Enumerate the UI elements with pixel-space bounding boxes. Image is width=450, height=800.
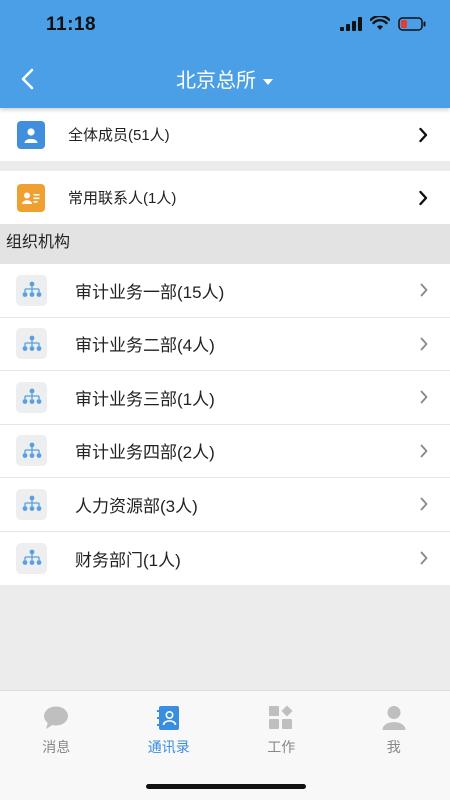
tab-label: 通讯录 — [147, 739, 190, 755]
tab-label: 消息 — [42, 739, 71, 755]
chat-bubble-icon — [44, 706, 69, 729]
org-tree-icon — [16, 381, 47, 413]
address-book-icon — [156, 706, 179, 730]
org-tree-icon — [16, 542, 47, 574]
department-row[interactable]: 审计业务三部(1人) — [0, 371, 450, 425]
all-members-row[interactable]: 全体成员(51人) — [0, 108, 450, 161]
frequent-contacts-row[interactable]: 常用联系人(1人) — [0, 171, 450, 224]
chevron-right-icon — [420, 337, 428, 351]
nav-bar: 北京总所 — [0, 52, 450, 108]
department-label: 财务部门(1人) — [75, 550, 181, 570]
chevron-right-icon — [419, 190, 428, 205]
contact-card-icon — [17, 183, 45, 212]
org-tree-icon — [16, 435, 47, 467]
chevron-right-icon — [420, 283, 428, 297]
signal-icon — [340, 16, 362, 31]
tab-label: 工作 — [267, 739, 296, 755]
frequent-contacts-label: 常用联系人(1人) — [68, 190, 177, 207]
status-icons — [340, 16, 426, 31]
department-label: 审计业务四部(2人) — [75, 443, 215, 463]
department-row[interactable]: 人力资源部(3人) — [0, 478, 450, 532]
caret-down-icon — [263, 78, 273, 85]
tab-me[interactable]: 我 — [338, 691, 450, 800]
chevron-right-icon — [420, 551, 428, 565]
tab-label: 我 — [386, 739, 401, 755]
chevron-right-icon — [420, 444, 428, 458]
user-profile-icon — [382, 706, 406, 730]
org-tree-icon — [16, 488, 47, 520]
chevron-right-icon — [419, 127, 428, 142]
battery-icon — [398, 16, 426, 31]
person-card-icon — [17, 120, 45, 149]
department-label: 人力资源部(3人) — [75, 496, 198, 516]
chevron-right-icon — [420, 390, 428, 404]
apps-grid-icon — [269, 705, 293, 729]
department-row[interactable]: 审计业务二部(4人) — [0, 318, 450, 371]
section-title: 组织机构 — [0, 224, 450, 264]
chevron-right-icon — [420, 497, 428, 511]
department-label: 审计业务一部(15人) — [75, 282, 225, 302]
status-time: 11:18 — [46, 14, 97, 35]
wifi-icon — [370, 16, 390, 30]
tab-messages[interactable]: 消息 — [0, 691, 113, 800]
home-indicator[interactable] — [146, 784, 306, 789]
department-row[interactable]: 审计业务四部(2人) — [0, 425, 450, 478]
department-list: 审计业务一部(15人) 审计业务二部(4人) 审计业务三部(1人) 审计业务四部… — [0, 264, 450, 585]
department-row[interactable]: 财务部门(1人) — [0, 532, 450, 586]
department-row[interactable]: 审计业务一部(15人) — [0, 264, 450, 318]
org-tree-icon — [16, 328, 47, 360]
app-header: 11:18 北京总所 — [0, 0, 450, 108]
org-tree-icon — [16, 274, 47, 306]
all-members-label: 全体成员(51人) — [68, 127, 170, 144]
department-label: 审计业务二部(4人) — [75, 336, 215, 356]
org-switcher[interactable]: 北京总所 — [0, 64, 450, 93]
department-label: 审计业务三部(1人) — [75, 389, 215, 409]
status-bar: 11:18 — [0, 0, 450, 50]
page-title: 北京总所 — [176, 70, 256, 92]
